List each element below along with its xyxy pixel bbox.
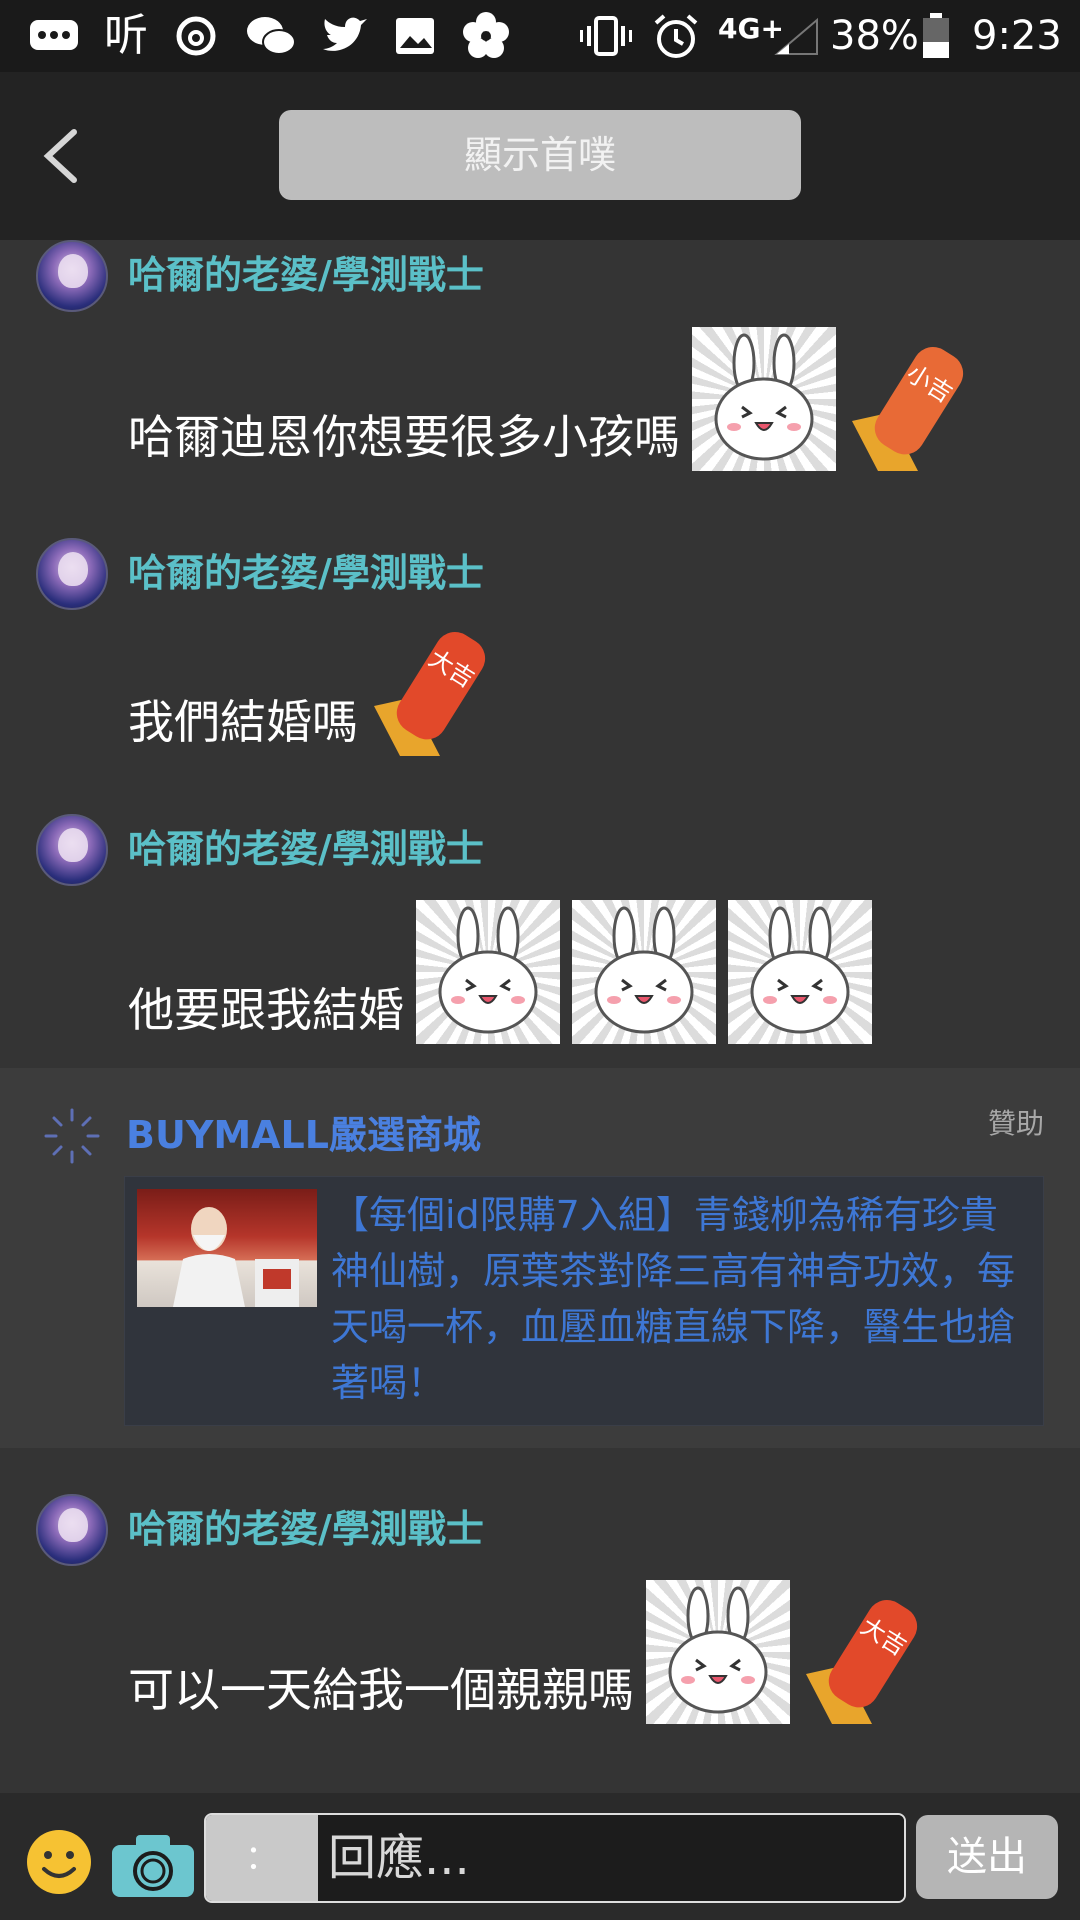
- netease-music-icon: [172, 14, 220, 58]
- ad-thumbnail-image[interactable]: [137, 1189, 317, 1307]
- clock: 9:23: [972, 13, 1062, 59]
- smiley-icon: [27, 1830, 91, 1894]
- listen-app-icon: 听: [104, 10, 148, 61]
- avatar[interactable]: [36, 1494, 108, 1566]
- twitter-icon: [318, 14, 370, 58]
- alarm-icon: [650, 14, 702, 58]
- send-button[interactable]: 送出: [916, 1815, 1058, 1899]
- response-feed: 哈爾的老婆/學測戰士 哈爾迪恩你想要很多小孩嗎 小吉 哈爾的老婆/學測戰士 我們…: [0, 240, 1080, 1793]
- message-body: 他要跟我結婚: [128, 900, 884, 1044]
- status-bar: 听 4G+ 38% 9:23: [0, 0, 1080, 72]
- rabbit-sticker: [646, 1580, 790, 1724]
- gallery-icon: [392, 14, 438, 58]
- ad-brand-logo-icon: [40, 1104, 104, 1168]
- avatar[interactable]: [36, 240, 108, 312]
- wechat-icon: [244, 14, 298, 58]
- vibrate-icon: [578, 14, 634, 58]
- lucky-stamp-sticker: 大吉: [370, 628, 486, 756]
- avatar[interactable]: [36, 538, 108, 610]
- response-item: 哈爾的老婆/學測戰士 他要跟我結婚: [0, 814, 1080, 1074]
- reply-bar: ： 送出: [0, 1793, 1080, 1920]
- message-body: 我們結婚嗎 大吉: [128, 628, 498, 756]
- rabbit-sticker: [416, 900, 560, 1044]
- lucky-stamp-sticker: 大吉: [802, 1596, 918, 1724]
- reply-input-container: ：: [204, 1813, 906, 1903]
- avatar[interactable]: [36, 814, 108, 886]
- message-text: 他要跟我結婚: [128, 983, 404, 1037]
- ad-card[interactable]: 【每個id限購7入組】青錢柳為稀有珍貴神仙樹，原葉茶對降三高有神奇功效，每天喝一…: [124, 1176, 1044, 1426]
- message-body: 哈爾迪恩你想要很多小孩嗎 小吉: [128, 327, 976, 471]
- message-text: 可以一天給我一個親親嗎: [128, 1663, 634, 1717]
- rabbit-sticker: [572, 900, 716, 1044]
- ad-brand-name[interactable]: BUYMALL嚴選商城: [126, 1110, 481, 1160]
- username[interactable]: 哈爾的老婆/學測戰士: [128, 1504, 484, 1554]
- message-text: 我們結婚嗎: [128, 695, 358, 749]
- username[interactable]: 哈爾的老婆/學測戰士: [128, 548, 484, 598]
- username[interactable]: 哈爾的老婆/學測戰士: [128, 250, 484, 300]
- battery-percent: 38%: [830, 13, 919, 59]
- rabbit-sticker: [692, 327, 836, 471]
- message-text: 哈爾迪恩你想要很多小孩嗎: [128, 410, 680, 464]
- camera-button[interactable]: [110, 1833, 196, 1899]
- username[interactable]: 哈爾的老婆/學測戰士: [128, 824, 484, 874]
- response-item: 哈爾的老婆/學測戰士 可以一天給我一個親親嗎 大吉: [0, 1494, 1080, 1754]
- reply-input[interactable]: [318, 1815, 904, 1901]
- rabbit-sticker: [728, 900, 872, 1044]
- message-body: 可以一天給我一個親親嗎 大吉: [128, 1580, 930, 1724]
- sponsored-ad[interactable]: BUYMALL嚴選商城 贊助 【每個id限購7入組】青錢柳為稀有珍貴神仙樹，原葉…: [0, 1068, 1080, 1448]
- qualifier-selector[interactable]: ：: [206, 1815, 318, 1901]
- response-item: 哈爾的老婆/學測戰士 哈爾迪恩你想要很多小孩嗎 小吉: [0, 240, 1080, 500]
- ad-text-link[interactable]: 【每個id限購7入組】青錢柳為稀有珍貴神仙樹，原葉茶對降三高有神奇功效，每天喝一…: [331, 1187, 1031, 1411]
- top-header: 顯示首噗: [0, 72, 1080, 240]
- camera-icon: [112, 1835, 194, 1897]
- signal-icon: [770, 14, 822, 58]
- chat-bubble-icon: [26, 14, 82, 58]
- back-button[interactable]: [28, 112, 92, 200]
- response-item: 哈爾的老婆/學測戰士 我們結婚嗎 大吉: [0, 538, 1080, 778]
- sponsored-label: 贊助: [987, 1107, 1044, 1140]
- chevron-left-icon: [43, 129, 77, 183]
- battery-icon: [918, 13, 954, 58]
- flower-icon: [460, 12, 512, 58]
- show-first-plurk-button[interactable]: 顯示首噗: [279, 110, 801, 200]
- lucky-stamp-sticker: 小吉: [848, 343, 964, 471]
- emoji-button[interactable]: [26, 1829, 92, 1895]
